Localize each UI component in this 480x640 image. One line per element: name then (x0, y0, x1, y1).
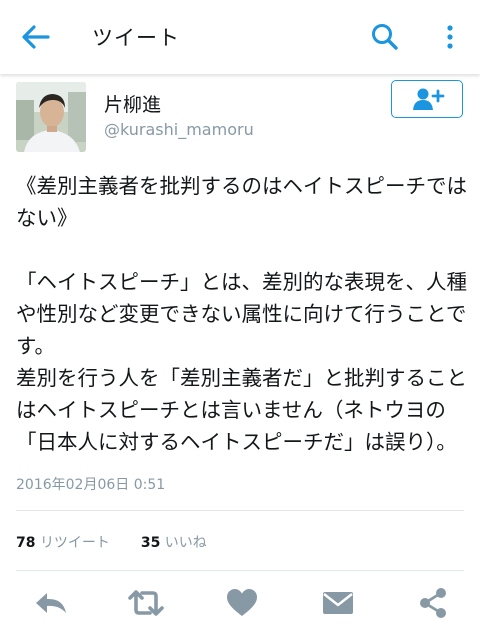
retweet-icon (128, 590, 164, 616)
envelope-icon (323, 592, 353, 614)
search-button[interactable] (370, 22, 400, 52)
author-display-name[interactable]: 片柳進 (104, 90, 161, 117)
reply-button[interactable] (33, 586, 69, 620)
follow-button[interactable] (391, 80, 463, 118)
like-count-label[interactable]: いいね (165, 535, 207, 551)
share-button[interactable] (415, 586, 451, 620)
follow-user-icon (413, 88, 445, 110)
retweet-count[interactable]: 78 (16, 535, 35, 551)
top-app-bar: ツイート (0, 0, 480, 74)
heart-icon (227, 589, 257, 616)
tweet-text: 《差別主義者を批判するのはヘイトスピーチではない》 「ヘイトスピーチ」とは、差別… (16, 174, 467, 454)
search-icon (372, 24, 398, 50)
retweet-count-label[interactable]: リツイート (40, 535, 110, 551)
divider (16, 570, 464, 571)
more-vertical-icon (447, 25, 453, 49)
author-handle[interactable]: @kurashi_mamoru (104, 120, 254, 139)
divider (16, 510, 464, 511)
retweet-button[interactable] (126, 586, 166, 620)
more-options-button[interactable] (440, 22, 460, 52)
page-title: ツイート (92, 26, 180, 50)
like-count[interactable]: 35 (141, 535, 160, 551)
back-button[interactable] (18, 22, 52, 52)
tweet-detail-screen: ツイート 片柳進 @kurashi_mamoru 《差別主義者を批判するのはヘイ… (0, 0, 480, 640)
back-arrow-icon (22, 25, 50, 49)
share-icon (420, 588, 446, 618)
avatar[interactable] (16, 82, 86, 152)
like-button[interactable] (224, 586, 260, 620)
direct-message-button[interactable] (320, 586, 356, 620)
tweet-timestamp: 2016年02月06日 0:51 (16, 477, 166, 493)
reply-icon (36, 593, 66, 613)
engagement-stats: 78 リツイート 35 いいね (16, 532, 207, 552)
